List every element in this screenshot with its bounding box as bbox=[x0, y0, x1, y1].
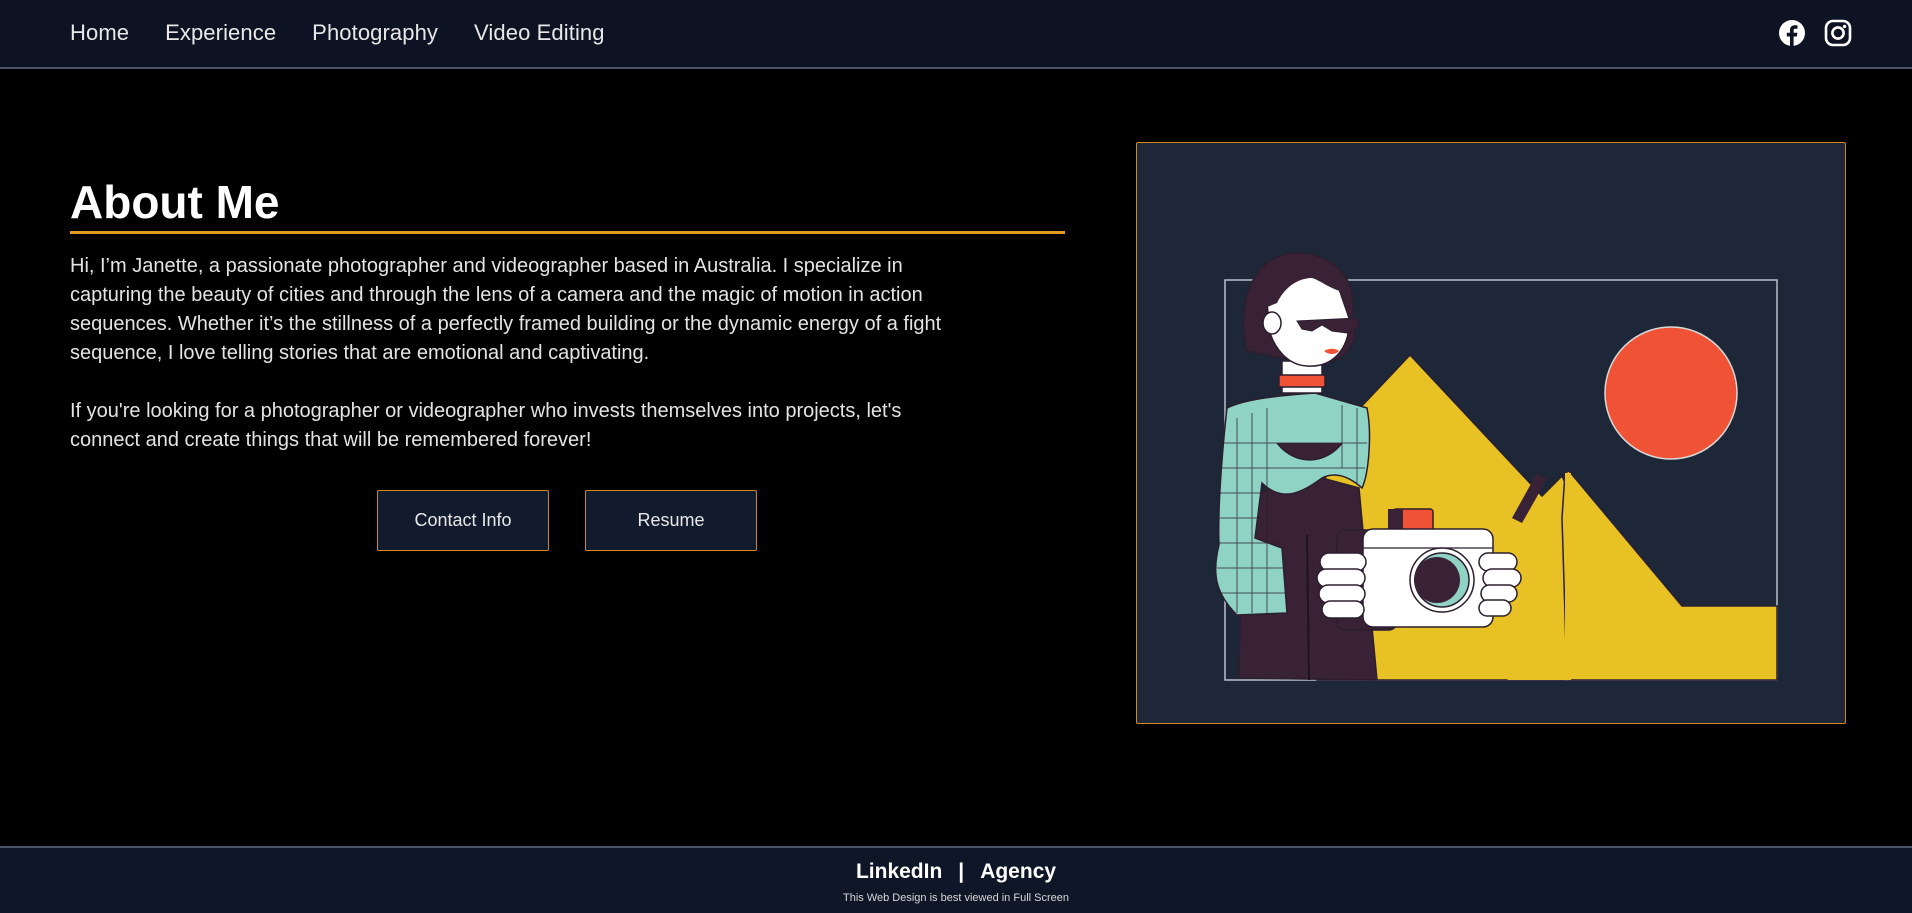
footer-note: This Web Design is best viewed in Full S… bbox=[842, 892, 1069, 904]
about-paragraph-1: Hi, I’m Janette, a passionate photograph… bbox=[70, 255, 942, 364]
about-paragraph-2: If you're looking for a photographer or … bbox=[70, 400, 902, 451]
woman-photographer-illustration bbox=[1214, 252, 1778, 681]
nav-link-home[interactable]: Home bbox=[70, 20, 129, 46]
about-description: Hi, I’m Janette, a passionate photograph… bbox=[70, 252, 970, 455]
footer-links: LinkedIn | Agency bbox=[0, 860, 1912, 884]
choker-shape bbox=[1278, 374, 1326, 388]
about-section: About Me Hi, I’m Janette, a passionate p… bbox=[70, 175, 1065, 455]
footer-separator: | bbox=[958, 860, 965, 883]
footer-link-linkedin[interactable]: LinkedIn bbox=[856, 860, 942, 884]
footer: LinkedIn | Agency This Web Design is bes… bbox=[0, 846, 1912, 913]
footer-link-agency[interactable]: Agency bbox=[980, 860, 1056, 884]
mountain-right bbox=[1561, 470, 1778, 681]
page-title: About Me bbox=[70, 175, 1065, 234]
illustration-frame bbox=[1136, 142, 1846, 724]
nav-links: Home Experience Photography Video Editin… bbox=[70, 20, 605, 46]
social-links bbox=[1778, 19, 1852, 47]
nav-link-video-editing[interactable]: Video Editing bbox=[474, 20, 605, 46]
contact-info-button[interactable]: Contact Info bbox=[377, 490, 549, 551]
resume-button[interactable]: Resume bbox=[585, 490, 757, 551]
instagram-icon[interactable] bbox=[1824, 19, 1852, 47]
nav-link-photography[interactable]: Photography bbox=[312, 20, 438, 46]
sun-shape bbox=[1604, 326, 1738, 460]
facebook-icon[interactable] bbox=[1778, 19, 1806, 47]
nav-link-experience[interactable]: Experience bbox=[165, 20, 276, 46]
top-navbar: Home Experience Photography Video Editin… bbox=[0, 0, 1912, 69]
left-hand-shape bbox=[1316, 552, 1367, 619]
